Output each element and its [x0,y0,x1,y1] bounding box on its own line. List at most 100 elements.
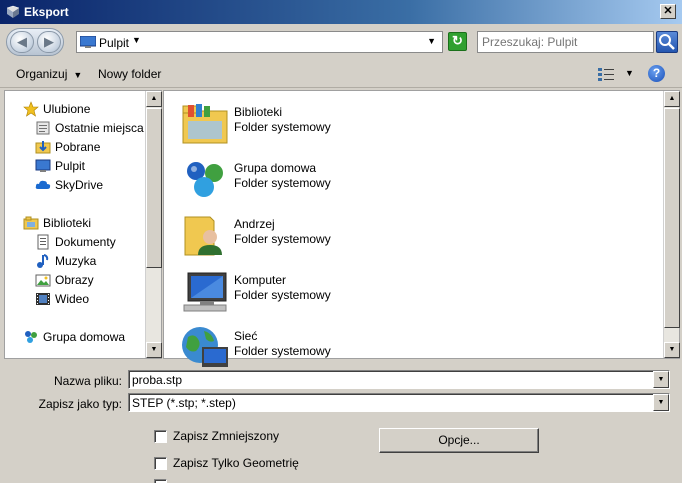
scroll-up-button[interactable]: ▲ [146,91,162,107]
sidebar-item-label: Wideo [55,292,90,306]
checkbox-save-reduced[interactable]: Zapisz Zmniejszony [154,429,279,443]
options-button[interactable]: Opcje... [379,428,539,453]
title-bar: Eksport ✕ [0,0,682,24]
file-type: Folder systemowy [234,344,331,358]
file-name: Biblioteki [234,105,283,119]
refresh-button[interactable]: ↻ [448,32,467,51]
search-icon [659,34,675,50]
view-dropdown-icon[interactable]: ▼ [625,68,634,78]
toolbar: Organizuj ▼ Nowy folder ▼ ? [0,60,682,88]
filetype-select[interactable]: STEP (*.stp; *.step) ▼ [128,393,670,412]
checkbox-box[interactable] [154,456,167,470]
organize-label: Organizuj [16,67,68,81]
file-name: Andrzej [234,217,275,231]
scroll-down-button[interactable]: ▼ [146,342,162,358]
forward-button[interactable]: ▶ [37,31,61,53]
list-item[interactable]: Grupa domowa Folder systemowy [180,153,500,203]
sidebar-item-label: Biblioteki [43,216,92,230]
sidebar-item-label: Ulubione [43,102,91,116]
scroll-down-button[interactable]: ▼ [664,342,680,358]
list-item[interactable]: Komputer Folder systemowy [180,265,500,315]
nav-buttons: ◀ ▶ [6,28,64,56]
address-dropdown-icon[interactable]: ▼ [427,36,436,46]
file-type: Folder systemowy [234,120,331,134]
breadcrumb-arrow-icon[interactable]: ▼ [132,35,141,45]
file-name: Komputer [234,273,287,287]
filetype-value: STEP (*.stp; *.step) [132,396,236,410]
computer-icon [183,272,227,312]
sidebar-item-libraries[interactable]: Biblioteki [23,214,91,232]
file-list-scrollbar[interactable]: ▲ ▼ [663,91,680,358]
sidebar-item-pictures[interactable]: Obrazy [35,271,94,289]
sidebar-item-desktop[interactable]: Pulpit [35,157,85,175]
close-button[interactable]: ✕ [660,4,676,19]
checkbox-box[interactable] [154,479,167,483]
sidebar-item-downloads[interactable]: Pobrane [35,138,100,156]
sidebar-item-label: Dokumenty [55,235,116,249]
sidebar-scrollbar[interactable]: ▲ ▼ [145,91,162,358]
desktop-icon [80,36,96,48]
homegroup-icon [187,162,223,197]
sidebar-item-skydrive[interactable]: SkyDrive [35,176,103,194]
address-bar[interactable]: Pulpit ▼ ▼ [76,31,443,53]
file-type: Folder systemowy [234,288,331,302]
file-name: Sieć [234,329,258,343]
app-icon [6,5,20,18]
help-button[interactable]: ? [648,65,665,82]
sidebar-item-favorites[interactable]: Ulubione [23,100,90,118]
sidebar-item-label: Ostatnie miejsca [55,121,144,135]
filetype-label: Zapisz jako typ: [38,397,122,411]
view-options-icon[interactable] [597,66,615,82]
filetype-dropdown-icon[interactable]: ▼ [653,394,669,411]
file-list: Biblioteki Folder systemowy Grupa domowa… [163,90,680,367]
filename-label: Nazwa pliku: [53,374,122,388]
filename-field[interactable]: ▼ [128,370,670,389]
sidebar-item-label: Muzyka [55,254,97,268]
sidebar-item-homegroup[interactable]: Grupa domowa [23,328,125,346]
sidebar-item-videos[interactable]: Wideo [35,290,89,308]
scroll-thumb[interactable] [146,108,162,268]
list-item[interactable]: Biblioteki Folder systemowy [180,97,500,147]
sidebar-item-label: Pulpit [55,159,86,173]
sidebar-item-music[interactable]: Muzyka [35,252,96,270]
search-box[interactable] [477,31,654,53]
scroll-thumb[interactable] [664,108,680,328]
checkbox-save-geometry[interactable]: Zapisz Tylko Geometrię [154,456,299,470]
scroll-up-button[interactable]: ▲ [664,91,680,107]
file-type: Folder systemowy [234,176,331,190]
sidebar-item-label: Obrazy [55,273,94,287]
cloud-icon [35,180,51,189]
window-title: Eksport [24,5,69,19]
checkbox-partial[interactable] [154,479,173,483]
video-icon [36,293,50,305]
back-button[interactable]: ◀ [10,31,34,53]
filename-input[interactable] [132,372,632,388]
checkbox-label: Zapisz Zmniejszony [173,429,280,443]
checkbox-label: Zapisz Tylko Geometrię [173,456,299,470]
checkbox-box[interactable] [154,429,167,443]
user-folder-icon [184,216,222,256]
address-location[interactable]: Pulpit [99,36,129,50]
address-row: ◀ ▶ Pulpit ▼ ▼ ↻ [0,24,682,60]
new-folder-button[interactable]: Nowy folder [98,67,161,81]
list-item[interactable]: Andrzej Folder systemowy [180,209,500,259]
music-icon [37,254,49,268]
organize-dropdown-icon: ▼ [73,70,83,80]
sidebar-item-documents[interactable]: Dokumenty [35,233,116,251]
list-item[interactable]: Sieć Folder systemowy [180,321,500,371]
network-icon [182,327,228,367]
search-button[interactable] [656,31,678,53]
libraries-icon [182,104,228,144]
file-type: Folder systemowy [234,232,331,246]
organize-button[interactable]: Organizuj ▼ [16,67,82,81]
filename-dropdown-icon[interactable]: ▼ [653,371,669,388]
sidebar-item-label: Pobrane [55,140,101,154]
documents-icon [37,234,49,250]
libraries-icon [23,216,39,230]
star-icon [23,101,39,117]
search-input[interactable] [482,33,652,51]
file-name: Grupa domowa [234,161,317,175]
sidebar-item-recent-places[interactable]: Ostatnie miejsca [35,119,144,137]
homegroup-icon [25,331,37,343]
navigation-pane: Ulubione Ostatnie miejsca Pobrane Pulpit… [4,90,162,359]
